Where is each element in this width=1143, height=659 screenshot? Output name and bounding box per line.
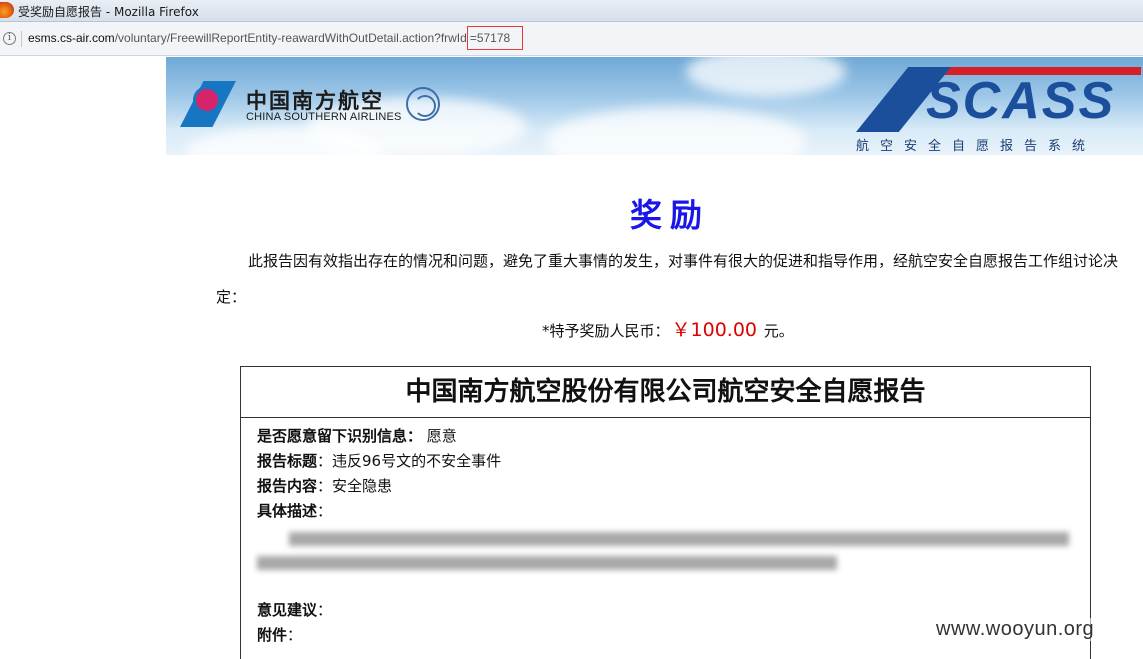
suggestion-label: 意见建议 bbox=[257, 601, 318, 619]
url-input[interactable]: esms.cs-air.com/voluntary/FreewillReport… bbox=[28, 26, 524, 50]
title-label: 报告标题 bbox=[257, 452, 318, 470]
url-separator bbox=[21, 31, 22, 47]
amount-suffix: 元。 bbox=[759, 322, 794, 340]
url-path: /voluntary/FreewillReportEntity-reawardW… bbox=[114, 31, 467, 45]
identity-label: 是否愿意留下识别信息： bbox=[257, 427, 423, 445]
title-row: 报告标题：违反96号文的不安全事件 bbox=[257, 449, 1074, 474]
content-label: 报告内容 bbox=[257, 477, 318, 495]
description-label: 具体描述 bbox=[257, 502, 318, 520]
report-heading: 中国南方航空股份有限公司航空安全自愿报告 bbox=[241, 367, 1090, 418]
report-box: 中国南方航空股份有限公司航空安全自愿报告 是否愿意留下识别信息： 愿意 报告标题… bbox=[240, 366, 1091, 659]
redacted-description bbox=[257, 526, 1074, 576]
kapok-flower-icon bbox=[196, 89, 218, 111]
attachment-label: 附件 bbox=[257, 626, 288, 644]
award-paragraph: 此报告因有效指出存在的情况和问题，避免了重大事情的发生，对事件有很大的促进和指导… bbox=[216, 252, 1119, 306]
award-amount-line: *特予奖励人民币： ￥100.00 元。 bbox=[542, 315, 794, 342]
suggestion-value: ： bbox=[317, 601, 333, 619]
identity-value: 愿意 bbox=[422, 427, 457, 445]
window-title: 受奖励自愿报告 - Mozilla Firefox bbox=[18, 5, 199, 19]
identity-row: 是否愿意留下识别信息： 愿意 bbox=[257, 424, 1074, 449]
site-info-icon[interactable]: i bbox=[3, 32, 16, 45]
content-value: ：安全隐患 bbox=[317, 477, 393, 495]
award-title: 奖励 bbox=[629, 196, 710, 234]
award-amount: ￥100.00 bbox=[671, 319, 757, 341]
description-value: ： bbox=[317, 502, 333, 520]
window-titlebar: 受奖励自愿报告 - Mozilla Firefox bbox=[0, 0, 1143, 22]
attachment-value: ： bbox=[287, 626, 303, 644]
title-value: ：违反96号文的不安全事件 bbox=[317, 452, 502, 470]
navigation-bar: i esms.cs-air.com/voluntary/FreewillRepo… bbox=[0, 22, 1143, 56]
description-row: 具体描述： bbox=[257, 499, 1074, 524]
skyteam-logo-icon bbox=[406, 87, 440, 121]
url-host: esms.cs-air.com bbox=[28, 31, 115, 45]
firefox-icon bbox=[0, 2, 14, 18]
site-banner: 中国南方航空 CHINA SOUTHERN AIRLINES SCASS 航空安… bbox=[166, 57, 1143, 155]
scass-logo-text: SCASS bbox=[926, 72, 1116, 130]
amount-prefix: *特予奖励人民币： bbox=[542, 322, 670, 340]
system-name: 航空安全自愿报告系统 bbox=[856, 139, 1097, 154]
airline-name-en: CHINA SOUTHERN AIRLINES bbox=[246, 111, 402, 123]
watermark: www.wooyun.org bbox=[936, 618, 1095, 641]
url-highlighted-param: =57178 bbox=[466, 26, 524, 50]
content-row: 报告内容：安全隐患 bbox=[257, 474, 1074, 499]
